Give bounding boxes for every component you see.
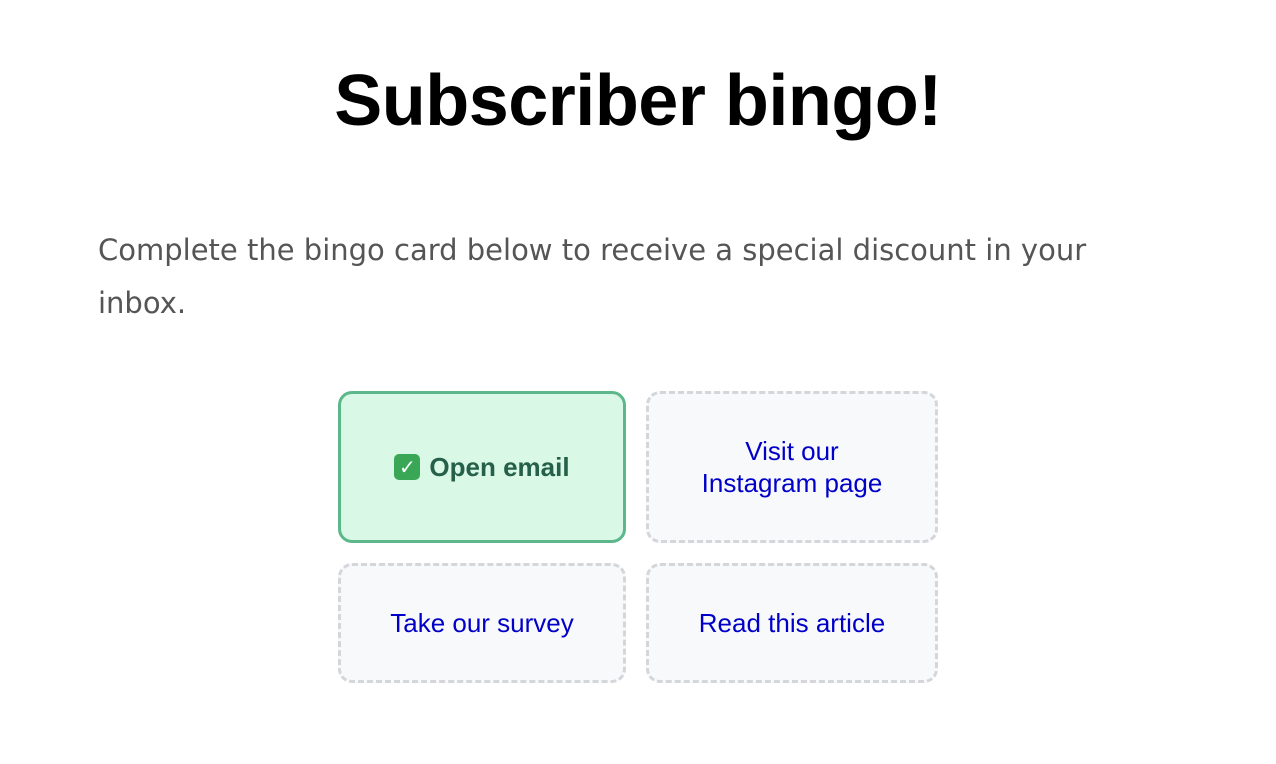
intro-text: Complete the bingo card below to receive… (98, 233, 1087, 320)
bingo-tile-read-article[interactable]: Read this article (646, 563, 938, 683)
tile-label: Visit our Instagram page (701, 436, 883, 498)
bingo-tile-open-email[interactable]: ✓ Open email (338, 391, 626, 543)
check-mark-icon: ✓ (394, 454, 421, 481)
bingo-tile-visit-instagram[interactable]: Visit our Instagram page (646, 391, 938, 543)
page-title: Subscriber bingo! (334, 61, 942, 141)
bingo-tile-take-survey[interactable]: Take our survey (338, 563, 626, 683)
tile-label: Read this article (698, 608, 886, 638)
tile-label: Take our survey (390, 608, 574, 638)
tile-content: ✓ Open email (394, 451, 570, 483)
tile-label: Open email (429, 452, 570, 482)
